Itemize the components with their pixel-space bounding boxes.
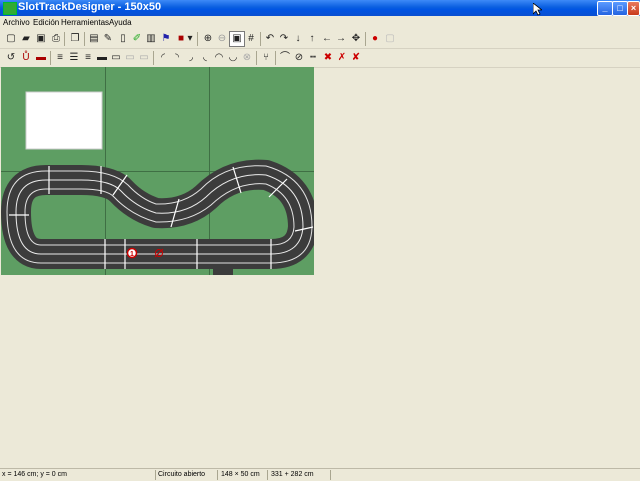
status-state: Circuito abierto	[158, 471, 206, 478]
crossing-icon[interactable]: ⊗	[240, 51, 254, 65]
dropdown-icon[interactable]: ▾	[186, 32, 194, 46]
save-icon[interactable]: ▣	[34, 32, 48, 46]
main-toolbar: ▢ ▰ ▣ ⎙ ❐ ▤ ✎ ▯ ✐ ▥ ⚑ ■ ▾ ⊕ ⊖ ▣ # ↶ ↷ ↓ …	[0, 30, 640, 49]
curve6-icon[interactable]: ◡	[226, 51, 240, 65]
arrow-up-icon[interactable]: ↑	[305, 32, 319, 46]
barrier-icon[interactable]: ▬	[34, 51, 48, 65]
menu-bar: Archivo Edición Herramientas Ayuda	[0, 16, 640, 29]
curve4-icon[interactable]: ◟	[198, 51, 212, 65]
lane-change1-icon[interactable]: ⑂	[259, 51, 273, 65]
arrow-left-icon[interactable]: ←	[320, 32, 334, 46]
copy-icon[interactable]: ❐	[68, 32, 82, 46]
menu-ayuda[interactable]: Ayuda	[109, 16, 132, 29]
straight1-icon[interactable]: ≡	[53, 51, 67, 65]
straight3-icon[interactable]: ≡	[81, 51, 95, 65]
title-bar: SlotTrackDesigner - 150x50 _ □ ×	[0, 0, 640, 16]
palette-icon[interactable]: ●	[368, 32, 382, 46]
zoom-out-icon[interactable]: ⊖	[215, 32, 229, 46]
disabled-icon: ▢	[385, 33, 395, 44]
page-icon[interactable]: ▯	[116, 32, 130, 46]
zoom-fit-icon[interactable]: ▣	[229, 31, 245, 47]
track-drawing[interactable]: 1	[1, 67, 318, 275]
white-block	[25, 91, 103, 150]
move-icon[interactable]: ✥	[349, 32, 363, 46]
arrow-right-icon[interactable]: →	[334, 32, 348, 46]
arrow-down-icon[interactable]: ↓	[291, 32, 305, 46]
maximize-button[interactable]: □	[612, 1, 628, 16]
lane-change2-icon[interactable]: ⌒	[278, 51, 292, 65]
open-icon[interactable]: ▰	[19, 32, 33, 46]
straight4-icon[interactable]: ▬	[95, 51, 109, 65]
undo-icon[interactable]: ↺	[4, 51, 18, 65]
curve1-icon[interactable]: ◜	[156, 51, 170, 65]
minimize-button[interactable]: _	[597, 1, 613, 16]
wrench-icon[interactable]: ✎	[101, 32, 115, 46]
status-length: 331 + 282 cm	[271, 471, 314, 478]
window-title: SlotTrackDesigner - 150x50	[18, 1, 162, 13]
pencil-icon[interactable]: ✐	[130, 32, 144, 46]
status-bar: x = 146 cm; y = 0 cm Circuito abierto 14…	[0, 468, 640, 481]
straight2-icon[interactable]: ☰	[67, 51, 81, 65]
status-size: 148 × 50 cm	[221, 471, 260, 478]
magnet-icon[interactable]: Ů	[19, 51, 33, 65]
grid-icon[interactable]: #	[244, 32, 258, 46]
mouse-cursor-icon	[533, 3, 542, 16]
track-toolbar: ↺ Ů ▬ ≡ ☰ ≡ ▬ ▭ ▭ ▭ ◜ ◝ ◞ ◟ ◠ ◡ ⊗ ⑂ ⌒ ⊘ …	[0, 49, 640, 68]
straight6-icon[interactable]: ▭	[123, 51, 137, 65]
status-coords: x = 146 cm; y = 0 cm	[2, 471, 67, 478]
new-icon[interactable]: ▢	[4, 32, 18, 46]
straight5-icon[interactable]: ▭	[109, 51, 123, 65]
delete-icon[interactable]: ✖	[321, 51, 335, 65]
flag-icon[interactable]: ⚑	[159, 32, 173, 46]
menu-archivo[interactable]: Archivo	[3, 16, 30, 29]
straight7-icon[interactable]: ▭	[137, 51, 151, 65]
rotate-right-icon[interactable]: ↷	[277, 32, 291, 46]
close-button[interactable]: ×	[627, 1, 640, 16]
print-icon[interactable]: ⎙	[49, 32, 63, 46]
start-marker-label: 1	[130, 251, 134, 258]
menu-herramientas[interactable]: Herramientas	[61, 16, 109, 29]
zoom-in-icon[interactable]: ⊕	[201, 32, 215, 46]
curve2-icon[interactable]: ◝	[170, 51, 184, 65]
straight-border-icon[interactable]: ┅	[306, 51, 320, 65]
document-icon[interactable]: ▤	[87, 32, 101, 46]
curve5-icon[interactable]: ◠	[212, 51, 226, 65]
border-icon[interactable]: ⊘	[292, 51, 306, 65]
delete2-icon[interactable]: ✗	[335, 51, 349, 65]
rotate-left-icon[interactable]: ↶	[263, 32, 277, 46]
app-icon	[3, 2, 17, 15]
curve3-icon[interactable]: ◞	[184, 51, 198, 65]
menu-edicion[interactable]: Edición	[33, 16, 59, 29]
track-canvas[interactable]: 1	[1, 67, 318, 275]
delete3-icon[interactable]: ✘	[349, 51, 363, 65]
print2-icon[interactable]: ▥	[144, 32, 158, 46]
